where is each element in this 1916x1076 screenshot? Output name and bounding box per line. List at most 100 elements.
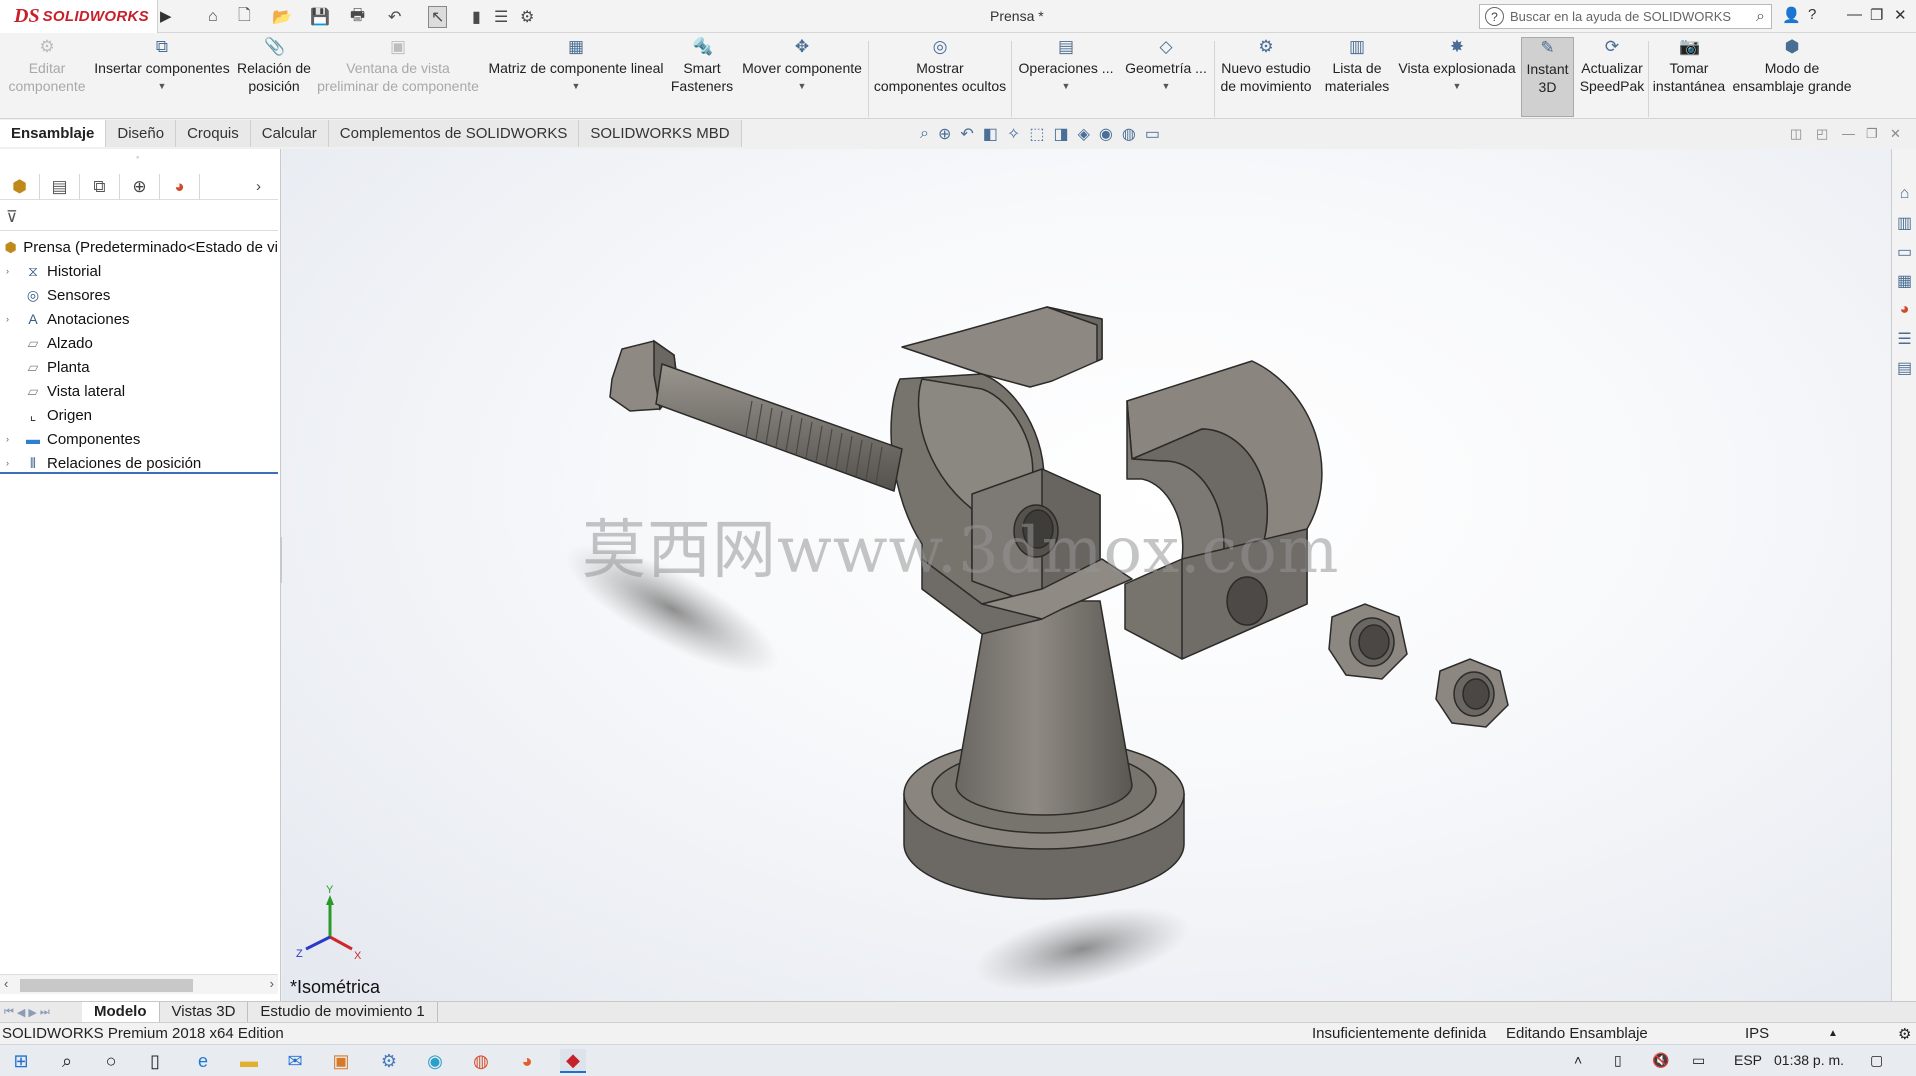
menu-expand-arrow-icon[interactable]: ▶ — [160, 7, 172, 25]
restore-icon[interactable]: ❐ — [1870, 6, 1883, 24]
design-library-icon[interactable]: ▥ — [1892, 208, 1916, 237]
tree-item-alzado[interactable]: ▱ Alzado — [0, 331, 278, 355]
tab-diseno[interactable]: Diseño — [106, 120, 177, 147]
print-icon[interactable]: 🖶 — [350, 6, 365, 28]
filter-icon[interactable]: ⊽ — [6, 207, 18, 227]
tab-modelo[interactable]: Modelo — [82, 1002, 160, 1022]
file-explorer-icon[interactable]: ▬ — [236, 1049, 262, 1073]
tab-ensamblaje[interactable]: Ensamblaje — [0, 120, 107, 147]
tree-item-sensores[interactable]: ◎ Sensores — [0, 283, 278, 307]
tree-item-anotaciones[interactable]: › A Anotaciones — [0, 307, 278, 331]
view-palette-icon[interactable]: ▦ — [1892, 266, 1916, 295]
zoom-to-area-icon[interactable]: ⊕ — [938, 124, 951, 144]
options-gear-icon[interactable]: ⚙ — [520, 6, 534, 28]
browser-icon[interactable]: ◉ — [422, 1049, 448, 1073]
scroll-right-icon[interactable]: › — [270, 976, 274, 991]
mail-icon[interactable]: ✉ — [282, 1049, 308, 1073]
next-tab-icon[interactable]: ▶ — [28, 1006, 36, 1019]
section-view-icon[interactable]: ◧ — [983, 124, 998, 144]
bolt[interactable] — [609, 339, 903, 493]
expand-arrow-icon[interactable]: › — [6, 314, 16, 324]
expand-arrow-icon[interactable]: › — [6, 434, 16, 444]
edit-appearance-icon[interactable]: ◉ — [1099, 124, 1113, 144]
search-icon[interactable]: ⌕ — [54, 1049, 80, 1073]
viewport-minimize-icon[interactable]: — — [1842, 126, 1855, 141]
tray-device-icon[interactable]: ▯ — [1614, 1052, 1622, 1069]
take-snapshot-button[interactable]: 📷 Tomar instantánea — [1650, 37, 1728, 117]
more-tabs-chevron-icon[interactable]: › — [256, 174, 278, 199]
apply-scene-icon[interactable]: ◍ — [1122, 124, 1136, 144]
home-icon[interactable]: ⌂ — [208, 6, 218, 28]
units-arrow-icon[interactable]: ▲ — [1828, 1028, 1838, 1039]
scrollbar-thumb[interactable] — [20, 979, 193, 992]
dimxpert-tab-icon[interactable]: ⊕ — [120, 174, 160, 200]
component-preview-window-button[interactable]: ▣ Ventana de vista preliminar de component… — [314, 37, 482, 117]
viewport-tile-icon[interactable]: ◫ — [1790, 126, 1802, 142]
display-manager-tab-icon[interactable]: ◕ — [160, 174, 200, 200]
viewport-split-icon[interactable]: ◰ — [1816, 126, 1828, 142]
volume-muted-icon[interactable]: 🔇 — [1652, 1052, 1669, 1069]
zoom-to-fit-icon[interactable]: ⌕ — [920, 125, 929, 143]
bill-of-materials-button[interactable]: ▥ Lista de materiales — [1318, 37, 1396, 117]
horizontal-scrollbar[interactable]: ‹ › — [0, 974, 278, 994]
user-icon[interactable]: 👤 — [1782, 6, 1801, 24]
viewport-close-icon[interactable]: ✕ — [1890, 126, 1901, 142]
solidworks-logo[interactable]: DS SOLIDWORKS — [0, 0, 158, 33]
tree-item-vista-lateral[interactable]: ▱ Vista lateral — [0, 379, 278, 403]
edit-component-button[interactable]: ⚙ Editar componente — [6, 37, 88, 117]
custom-properties-icon[interactable]: ☰ — [1892, 324, 1916, 353]
tree-filter[interactable]: ⊽ — [0, 203, 278, 231]
forum-icon[interactable]: ▤ — [1892, 353, 1916, 382]
last-tab-icon[interactable]: ⏭ — [40, 1006, 50, 1019]
windows-start-icon[interactable]: ⊞ — [8, 1049, 34, 1073]
help-search-input[interactable]: ? Buscar en la ayuda de SOLIDWORKS ⌕ — [1479, 4, 1772, 29]
dropdown-arrow-icon[interactable]: ▼ — [92, 77, 232, 95]
expand-arrow-icon[interactable]: › — [6, 458, 16, 468]
notifications-icon[interactable]: ▢ — [1870, 1052, 1883, 1069]
reference-geometry-button[interactable]: ◇ Geometría ... ▼ — [1120, 37, 1212, 117]
exploded-view-button[interactable]: ✸ Vista explosionada ▼ — [1396, 37, 1518, 117]
tab-calcular[interactable]: Calcular — [250, 120, 329, 147]
network-icon[interactable]: ▭ — [1692, 1052, 1705, 1069]
configuration-manager-tab-icon[interactable]: ⧉ — [80, 174, 120, 200]
edge-icon[interactable]: e — [190, 1049, 216, 1073]
move-component-button[interactable]: ✥ Mover componente ▼ — [734, 37, 870, 117]
chrome-icon[interactable]: ◍ — [468, 1049, 494, 1073]
graphics-area[interactable]: Y X Z 莫西网www.3dmox.com *Isométrica — [282, 149, 1891, 1001]
help-menu-icon[interactable]: ? — [1808, 6, 1816, 23]
solidworks-resources-icon[interactable]: ⌂ — [1892, 179, 1916, 208]
expand-arrow-icon[interactable]: › — [6, 266, 16, 276]
tree-item-componentes[interactable]: › ▬ Componentes — [0, 427, 278, 451]
smart-fasteners-button[interactable]: 🔩 Smart Fasteners — [666, 37, 738, 117]
media-player-icon[interactable]: ▣ — [328, 1049, 354, 1073]
file-properties-icon[interactable]: ☰ — [494, 6, 508, 28]
dropdown-arrow-icon[interactable]: ▼ — [1120, 77, 1212, 95]
tree-item-origen[interactable]: ⌞ Origen — [0, 403, 278, 427]
file-explorer-icon[interactable]: ▭ — [1892, 237, 1916, 266]
show-hidden-components-button[interactable]: ◎ Mostrar componentes ocultos — [872, 37, 1008, 117]
tab-complementos[interactable]: Complementos de SOLIDWORKS — [328, 120, 580, 147]
app-icon[interactable]: ⚙ — [376, 1049, 402, 1073]
tab-vistas-3d[interactable]: Vistas 3D — [160, 1002, 249, 1022]
open-icon[interactable]: 📂 — [272, 6, 292, 28]
rollback-bar[interactable] — [0, 472, 278, 474]
cortana-icon[interactable]: ○ — [98, 1049, 124, 1073]
view-settings-icon[interactable]: ▭ — [1145, 124, 1160, 144]
dropdown-arrow-icon[interactable]: ▼ — [1014, 77, 1118, 95]
clock[interactable]: 01:38 p. m. — [1774, 1052, 1844, 1068]
customize-status-icon[interactable]: ⚙ — [1898, 1025, 1911, 1043]
view-orientation-icon[interactable]: ⬚ — [1029, 124, 1044, 144]
panel-grip-icon[interactable]: ◦ — [136, 152, 139, 162]
select-icon[interactable]: ↖ — [428, 6, 448, 28]
task-view-icon[interactable]: ▯ — [142, 1049, 168, 1073]
dropdown-arrow-icon[interactable]: ▼ — [734, 77, 870, 95]
tab-estudio-movimiento[interactable]: Estudio de movimiento 1 — [248, 1002, 438, 1022]
tree-root-assembly[interactable]: ⬢ Prensa (Predeterminado<Estado de vi — [0, 235, 278, 259]
rebuild-icon[interactable]: ▮ — [472, 6, 481, 28]
feature-manager-tab-icon[interactable]: ⬢ — [0, 174, 40, 200]
tab-croquis[interactable]: Croquis — [176, 120, 251, 147]
first-tab-icon[interactable]: ⏮ — [4, 1006, 14, 1019]
dropdown-arrow-icon[interactable]: ▼ — [482, 77, 670, 95]
display-style-icon[interactable]: ◨ — [1053, 124, 1068, 144]
dropdown-arrow-icon[interactable]: ▼ — [1396, 77, 1518, 95]
